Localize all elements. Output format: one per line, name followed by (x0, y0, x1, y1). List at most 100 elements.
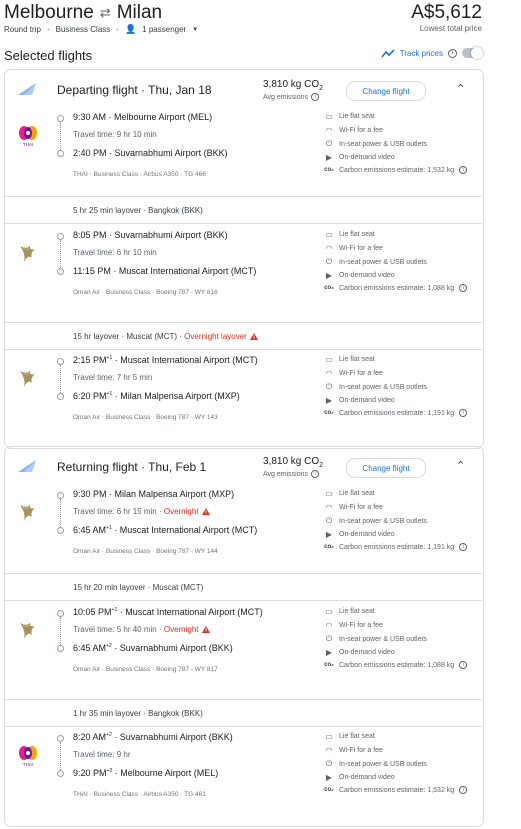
amenity-label: Lie flat seat (339, 608, 375, 615)
arrival-airport: Muscat International Airport (MCT) (119, 525, 258, 535)
layover-divider (4, 196, 482, 197)
departure-time: 8:20 AM (73, 732, 107, 742)
amenity-row: ▶ On-demand video (324, 271, 395, 280)
passenger-count: 1 passenger (142, 25, 187, 34)
overnight-layover-flag: Overnight layover (184, 332, 247, 341)
amenity-label: Carbon emissions estimate: 1,191 kg (339, 543, 455, 551)
video-icon: ▶ (325, 152, 333, 162)
returning-co2-value: 3,810 kg CO (263, 456, 320, 467)
returning-change-flight-button[interactable]: Change flight (346, 458, 426, 478)
video-icon: ▶ (325, 529, 333, 539)
thai-logo-icon: THAI (17, 744, 39, 768)
timeline-line (60, 499, 62, 527)
arrival-dot (57, 645, 64, 652)
departing-change-flight-button[interactable]: Change flight (346, 81, 426, 101)
departure-row: 9:30 AM · Melbourne Airport (MEL) (73, 112, 213, 122)
travel-time: Travel time: 9 hr (73, 750, 131, 759)
track-prices-label: Track prices (399, 48, 443, 58)
co2-subscript: 2 (319, 462, 324, 469)
info-icon: i (459, 166, 468, 175)
layover-info: 15 hr layover · Muscat (MCT) · Overnight… (73, 332, 258, 341)
departure-row: 8:20 AM+2 · Suvarnabhumi Airport (BKK) (73, 732, 233, 742)
departing-co2: 3,810 kg CO2 (263, 79, 323, 92)
departing-collapse-chevron-icon[interactable]: ⌃ (456, 82, 465, 95)
layover-info: 1 hr 35 min layover · Bangkok (BKK) (73, 709, 203, 718)
seat-icon: ▭ (325, 607, 333, 616)
travel-time-text: Travel time: 7 hr 5 min (73, 373, 153, 382)
layover-divider (4, 223, 482, 224)
seat-icon: ▭ (325, 489, 333, 498)
video-icon: ▶ (325, 270, 333, 280)
amenity-label: In-seat power & USB outlets (339, 140, 427, 148)
travel-time-text: Travel time: 6 hr 10 min (73, 248, 157, 257)
trip-summary: Round trip · Business Class · 👤 1 passen… (4, 24, 199, 34)
seat-icon: ▭ (325, 230, 333, 239)
amenity-label: In-seat power & USB outlets (339, 383, 427, 391)
amenity-row: ◠ Wi-Fi for a fee (324, 621, 383, 630)
oman-air-logo-icon (17, 619, 39, 643)
amenity-label: On-demand video (339, 773, 395, 781)
video-icon: ▶ (325, 647, 333, 657)
seat-icon: ▭ (325, 732, 333, 741)
info-icon: i (459, 786, 468, 795)
amenity-label: Wi-Fi for a fee (339, 126, 383, 134)
day-offset: +2 (106, 643, 112, 649)
amenity-row: ▭ Lie flat seat (324, 112, 375, 121)
origin-city: Melbourne (4, 2, 94, 23)
timeline-line (60, 240, 62, 268)
returning-collapse-chevron-icon[interactable]: ⌃ (456, 459, 465, 472)
layover-divider (4, 573, 482, 574)
layover-text: 5 hr 25 min layover · Bangkok (BKK) (73, 206, 203, 215)
amenity-label: Wi-Fi for a fee (339, 369, 383, 377)
amenity-row: ⏻ In-seat power & USB outlets (324, 516, 427, 526)
departure-dot (57, 115, 64, 122)
warning-icon (201, 626, 210, 633)
arrival-airport: Suvarnabhumi Airport (BKK) (119, 643, 233, 653)
amenity-label: Lie flat seat (339, 733, 375, 740)
power-icon: ⏻ (325, 382, 333, 392)
day-offset: +1 (106, 391, 113, 397)
amenity-row: ◠ Wi-Fi for a fee (324, 369, 383, 378)
seat-icon: ▭ (325, 355, 333, 364)
amenity-label: On-demand video (339, 271, 395, 279)
departing-title: Departing flight · Thu, Jan 18 (57, 83, 212, 97)
track-prices-toggle[interactable] (462, 47, 483, 59)
arrival-airport: Muscat International Airport (MCT) (118, 266, 257, 276)
power-icon: ⏻ (325, 759, 333, 769)
arrival-dot (57, 268, 64, 275)
overnight-flag: Overnight (163, 507, 199, 516)
amenity-row: ▶ On-demand video (324, 530, 395, 539)
arrival-dot (57, 150, 64, 157)
amenity-label: On-demand video (339, 396, 395, 404)
amenity-row: co₂ Carbon emissions estimate: 1,532 kg i (324, 166, 468, 175)
returning-plane-icon (18, 459, 36, 477)
track-prices[interactable]: Track prices i (381, 47, 483, 59)
wifi-icon: ◠ (325, 368, 333, 378)
departure-dot (57, 492, 64, 499)
travel-time-text: Travel time: 9 hr (73, 750, 131, 759)
amenity-row: ⏻ In-seat power & USB outlets (324, 759, 427, 769)
co2-icon: co₂ (324, 662, 334, 669)
flight-meta: Oman Air · Business Class · Boeing 787 ·… (73, 666, 218, 673)
co2-icon: co₂ (324, 167, 334, 174)
arrival-time: 6:45 AM (73, 525, 107, 535)
info-icon: i (448, 48, 457, 58)
avg-emissions-label: Avg emissions (263, 470, 309, 478)
power-icon: ⏻ (325, 634, 333, 644)
avg-emissions-label: Avg emissions (263, 93, 309, 101)
power-icon: ⏻ (325, 516, 333, 526)
amenity-label: Lie flat seat (339, 113, 375, 120)
arrival-dot (57, 393, 64, 400)
arrival-dot (57, 770, 64, 777)
departure-airport: Suvarnabhumi Airport (BKK) (119, 732, 233, 742)
co2-icon: co₂ (324, 544, 334, 551)
passenger-selector[interactable]: 1 passenger ▼ (142, 25, 198, 34)
route-title: Melbourne ⇄ Milan (4, 2, 162, 24)
amenity-label: In-seat power & USB outlets (339, 760, 427, 768)
thai-logo-icon: THAI (17, 124, 39, 148)
departure-dot (57, 233, 64, 240)
amenity-label: On-demand video (339, 530, 395, 538)
amenity-label: Lie flat seat (339, 356, 375, 363)
wifi-icon: ◠ (325, 502, 333, 512)
layover-text: 15 hr layover · Muscat (MCT) · (73, 332, 185, 341)
